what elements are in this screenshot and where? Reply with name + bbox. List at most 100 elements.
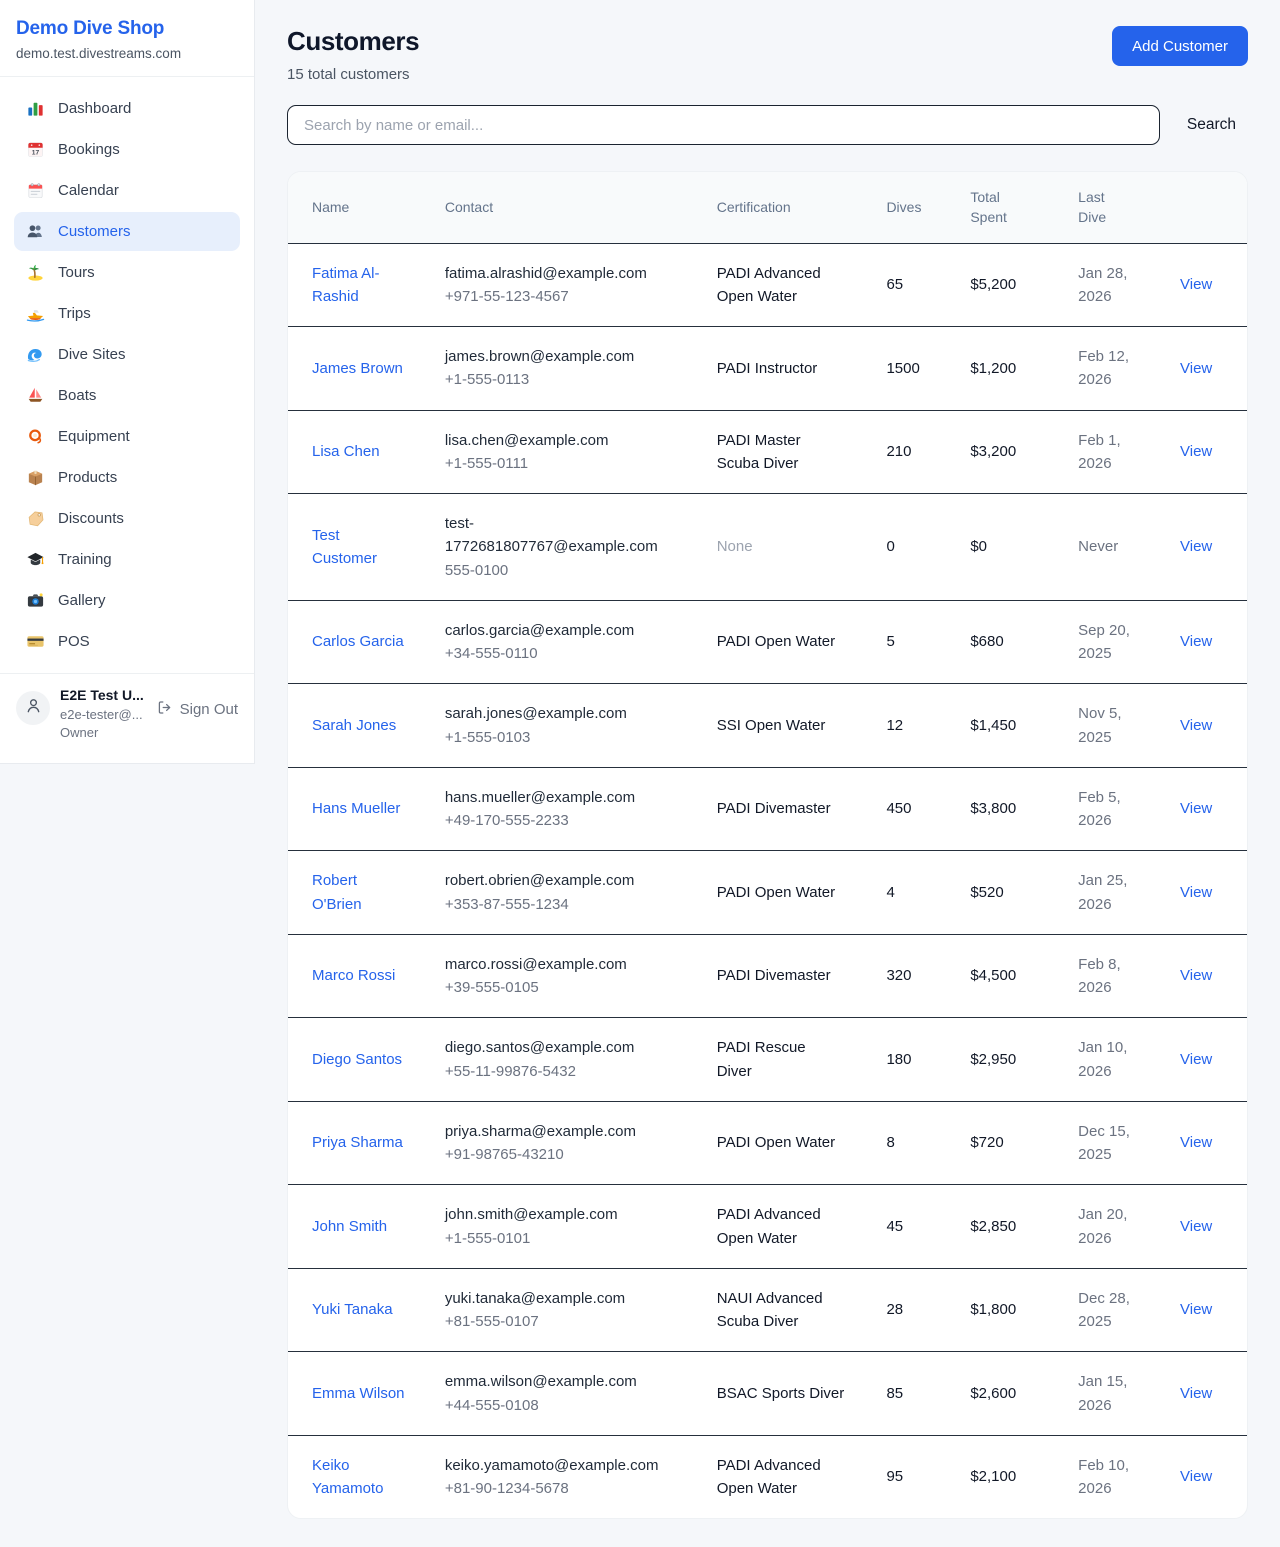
sidebar-item-trips[interactable]: Trips [14, 294, 240, 333]
customers-table: Name Contact Certification Dives Total S… [288, 172, 1247, 1518]
table-row: Robert O'Brien robert.obrien@example.com… [288, 851, 1247, 935]
customer-dives: 95 [886, 1468, 903, 1485]
customer-certification: BSAC Sports Diver [717, 1382, 845, 1405]
sidebar-item-dashboard[interactable]: Dashboard [14, 89, 240, 128]
view-link[interactable]: View [1180, 443, 1212, 460]
spiral-calendar-icon [26, 181, 45, 200]
search-input[interactable] [287, 105, 1160, 145]
view-link[interactable]: View [1180, 538, 1212, 555]
table-row: Yuki Tanaka yuki.tanaka@example.com +81-… [288, 1268, 1247, 1352]
customer-certification: PADI Rescue Diver [717, 1036, 845, 1083]
customer-certification: PADI Advanced Open Water [717, 262, 845, 309]
avatar [16, 691, 50, 725]
customer-name-link[interactable]: Keiko Yamamoto [312, 1454, 408, 1501]
sidebar-item-training[interactable]: Training [14, 540, 240, 579]
table-row: Keiko Yamamoto keiko.yamamoto@example.co… [288, 1435, 1247, 1518]
column-header-actions [1168, 172, 1247, 243]
customer-name-link[interactable]: Robert O'Brien [312, 869, 408, 916]
view-link[interactable]: View [1180, 360, 1212, 377]
customer-phone: +39-555-0105 [445, 976, 663, 999]
customer-last-dive: Jan 15, 2026 [1078, 1370, 1140, 1417]
camera-icon [26, 591, 45, 610]
customer-dives: 1500 [886, 360, 919, 377]
table-row: Fatima Al-Rashid fatima.alrashid@example… [288, 243, 1247, 327]
customer-name-link[interactable]: Yuki Tanaka [312, 1298, 393, 1321]
brand-title[interactable]: Demo Dive Shop [16, 18, 238, 40]
customer-name-link[interactable]: Test Customer [312, 524, 408, 571]
view-link[interactable]: View [1180, 800, 1212, 817]
sidebar-item-gallery[interactable]: Gallery [14, 581, 240, 620]
view-link[interactable]: View [1180, 1385, 1212, 1402]
customer-email: lisa.chen@example.com [445, 429, 663, 452]
sidebar-item-boats[interactable]: Boats [14, 376, 240, 415]
sidebar-item-customers[interactable]: Customers [14, 212, 240, 251]
add-customer-button[interactable]: Add Customer [1112, 26, 1248, 66]
view-link[interactable]: View [1180, 717, 1212, 734]
customer-name-link[interactable]: John Smith [312, 1215, 387, 1238]
view-link[interactable]: View [1180, 967, 1212, 984]
customer-phone: +353-87-555-1234 [445, 893, 663, 916]
customer-email: priya.sharma@example.com [445, 1120, 663, 1143]
customer-total-spent: $2,950 [970, 1051, 1016, 1068]
user-email: e2e-tester@... [60, 706, 146, 724]
customer-phone: 555-0100 [445, 559, 663, 582]
customer-name-link[interactable]: Sarah Jones [312, 714, 396, 737]
customer-total-spent: $4,500 [970, 967, 1016, 984]
customer-last-dive: Jan 10, 2026 [1078, 1036, 1140, 1083]
view-link[interactable]: View [1180, 276, 1212, 293]
sidebar-item-dive-sites[interactable]: Dive Sites [14, 335, 240, 374]
customer-name-link[interactable]: Priya Sharma [312, 1131, 403, 1154]
customer-certification: PADI Instructor [717, 357, 818, 380]
sidebar-item-products[interactable]: Products [14, 458, 240, 497]
table-row: James Brown james.brown@example.com +1-5… [288, 327, 1247, 411]
sidebar-item-pos[interactable]: POS [14, 622, 240, 661]
customer-last-dive: Feb 1, 2026 [1078, 429, 1140, 476]
graduation-cap-icon [26, 550, 45, 569]
view-link[interactable]: View [1180, 1134, 1212, 1151]
view-link[interactable]: View [1180, 884, 1212, 901]
customer-last-dive: Dec 15, 2025 [1078, 1120, 1140, 1167]
sidebar-item-equipment[interactable]: Equipment [14, 417, 240, 456]
table-row: Sarah Jones sarah.jones@example.com +1-5… [288, 684, 1247, 768]
search-button[interactable]: Search [1187, 116, 1236, 134]
customer-name-link[interactable]: Hans Mueller [312, 797, 400, 820]
view-link[interactable]: View [1180, 1051, 1212, 1068]
customer-name-link[interactable]: Marco Rossi [312, 964, 395, 987]
sidebar-item-label: Customers [58, 223, 131, 240]
sign-out-button[interactable]: Sign Out [156, 699, 238, 720]
customer-name-link[interactable]: Fatima Al-Rashid [312, 262, 408, 309]
customer-name-link[interactable]: Diego Santos [312, 1048, 402, 1071]
customer-email: fatima.alrashid@example.com [445, 262, 663, 285]
customer-total-spent: $720 [970, 1134, 1003, 1151]
table-row: Hans Mueller hans.mueller@example.com +4… [288, 767, 1247, 851]
customer-phone: +1-555-0101 [445, 1227, 663, 1250]
customer-phone: +44-555-0108 [445, 1394, 663, 1417]
customer-name-link[interactable]: James Brown [312, 357, 403, 380]
user-role: Owner [60, 724, 146, 742]
customer-phone: +34-555-0110 [445, 642, 663, 665]
table-row: Lisa Chen lisa.chen@example.com +1-555-0… [288, 410, 1247, 494]
customer-certification: PADI Divemaster [717, 964, 831, 987]
sidebar-item-label: Training [58, 551, 112, 568]
view-link[interactable]: View [1180, 1468, 1212, 1485]
sidebar-item-discounts[interactable]: Discounts [14, 499, 240, 538]
customer-email: hans.mueller@example.com [445, 786, 663, 809]
sidebar-item-calendar[interactable]: Calendar [14, 171, 240, 210]
customer-phone: +49-170-555-2233 [445, 809, 663, 832]
sidebar-item-bookings[interactable]: 17Bookings [14, 130, 240, 169]
customer-last-dive: Feb 8, 2026 [1078, 953, 1140, 1000]
customer-total-spent: $1,200 [970, 360, 1016, 377]
view-link[interactable]: View [1180, 633, 1212, 650]
column-header-name: Name [288, 172, 433, 243]
customer-name-link[interactable]: Emma Wilson [312, 1382, 405, 1405]
view-link[interactable]: View [1180, 1301, 1212, 1318]
page-subtitle: 15 total customers [287, 66, 419, 83]
customer-last-dive: Dec 28, 2025 [1078, 1287, 1140, 1334]
calendar-date-icon: 17 [26, 140, 45, 159]
page-title: Customers [287, 26, 419, 57]
sidebar-item-tours[interactable]: Tours [14, 253, 240, 292]
customer-name-link[interactable]: Lisa Chen [312, 440, 380, 463]
customer-name-link[interactable]: Carlos Garcia [312, 630, 404, 653]
view-link[interactable]: View [1180, 1218, 1212, 1235]
column-header-certification: Certification [705, 172, 875, 243]
